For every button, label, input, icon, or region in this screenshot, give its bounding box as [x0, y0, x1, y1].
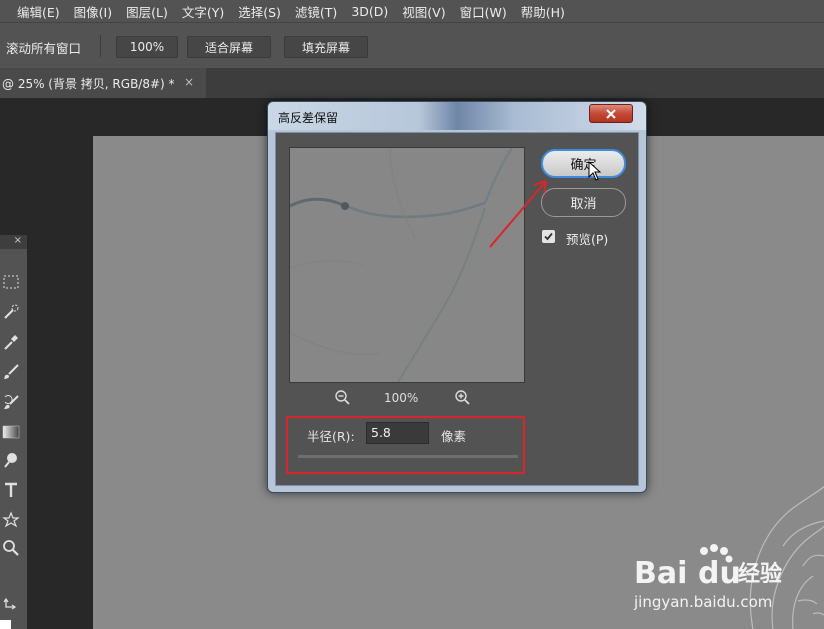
zoom-icon[interactable]: [0, 537, 22, 559]
radius-unit-label: 像素: [441, 429, 467, 444]
brand-prefix: Bai: [634, 556, 687, 591]
brand-cn: 经验: [738, 561, 782, 587]
scroll-all-windows-checkbox-label[interactable]: 滚动所有窗口: [6, 38, 81, 57]
document-tab[interactable]: @ 25% (背景 拷贝, RGB/8#) * ×: [0, 68, 206, 98]
history-brush-icon[interactable]: [0, 391, 22, 413]
options-bar: 滚动所有窗口 100% 适合屏幕 填充屏幕: [0, 22, 824, 70]
brush-icon[interactable]: [0, 361, 22, 383]
options-divider: [100, 35, 101, 57]
menu-3d[interactable]: 3D(D): [351, 4, 388, 19]
close-tab-icon[interactable]: ×: [184, 75, 194, 89]
menu-layer[interactable]: 图层(L): [126, 2, 168, 21]
swap-colors-icon[interactable]: [0, 593, 22, 615]
fit-screen-button[interactable]: 适合屏幕: [187, 36, 271, 58]
zoom-in-icon[interactable]: [454, 389, 472, 410]
menu-bar: 编辑(E) 图像(I) 图层(L) 文字(Y) 选择(S) 滤镜(T) 3D(D…: [0, 0, 824, 22]
menu-help[interactable]: 帮助(H): [521, 2, 565, 21]
menu-type[interactable]: 文字(Y): [182, 2, 224, 21]
preview-zoom-controls: 100%: [334, 389, 484, 409]
cancel-button-label: 取消: [570, 197, 597, 212]
zoom-out-icon[interactable]: [334, 389, 352, 410]
close-icon: [606, 108, 616, 119]
gradient-icon[interactable]: [0, 421, 22, 443]
mouse-cursor-icon: [588, 161, 602, 181]
menu-window[interactable]: 窗口(W): [460, 2, 507, 21]
menu-image[interactable]: 图像(I): [74, 2, 112, 21]
menu-edit[interactable]: 编辑(E): [17, 2, 60, 21]
close-panel-icon[interactable]: ×: [14, 235, 22, 246]
quick-select-icon[interactable]: [0, 301, 22, 323]
dodge-icon[interactable]: [0, 449, 22, 471]
close-dialog-button[interactable]: [589, 104, 633, 123]
radius-slider-track[interactable]: [298, 455, 518, 458]
watermark-url: jingyan.baidu.com: [633, 593, 772, 611]
annotation-arrow: [489, 180, 547, 248]
tools-panel-header: ×: [0, 235, 27, 249]
menu-filter[interactable]: 滤镜(T): [295, 2, 337, 21]
preview-zoom-level: 100%: [384, 391, 419, 405]
document-tab-bar: @ 25% (背景 拷贝, RGB/8#) * ×: [0, 68, 824, 98]
radius-control-group: 半径(R): 5.8 像素: [286, 416, 525, 474]
document-tab-title: @ 25% (背景 拷贝, RGB/8#) *: [2, 76, 175, 91]
preview-checkbox-label[interactable]: 预览(P): [566, 229, 608, 248]
marquee-icon[interactable]: [0, 271, 22, 293]
radius-label: 半径(R):: [307, 429, 355, 444]
custom-shape-icon[interactable]: [0, 509, 22, 531]
dialog-title: 高反差保留: [278, 111, 339, 125]
foreground-color-swatch[interactable]: [0, 620, 11, 629]
fill-screen-button[interactable]: 填充屏幕: [284, 36, 368, 58]
zoom-100-button[interactable]: 100%: [116, 36, 178, 58]
menu-select[interactable]: 选择(S): [238, 2, 281, 21]
dialog-body: 100% 半径(R): 5.8 像素 确定 取消 预览(P): [275, 132, 639, 486]
brand-suffix: du: [698, 556, 741, 591]
dialog-titlebar[interactable]: 高反差保留: [268, 102, 646, 130]
radius-input[interactable]: 5.8: [366, 422, 429, 444]
tools-panel: ×: [0, 235, 27, 629]
high-pass-dialog: 高反差保留 100% 半径(R): 5.8 像素 确定 取消 预览(P): [267, 101, 647, 493]
type-icon[interactable]: [0, 479, 22, 501]
eyedropper-icon[interactable]: [0, 331, 22, 353]
baidu-logo: Bai du 经验 jingyan.baidu.com: [633, 544, 782, 611]
baidu-watermark: Bai du 经验 jingyan.baidu.com: [632, 543, 807, 613]
menu-view[interactable]: 视图(V): [402, 2, 445, 21]
